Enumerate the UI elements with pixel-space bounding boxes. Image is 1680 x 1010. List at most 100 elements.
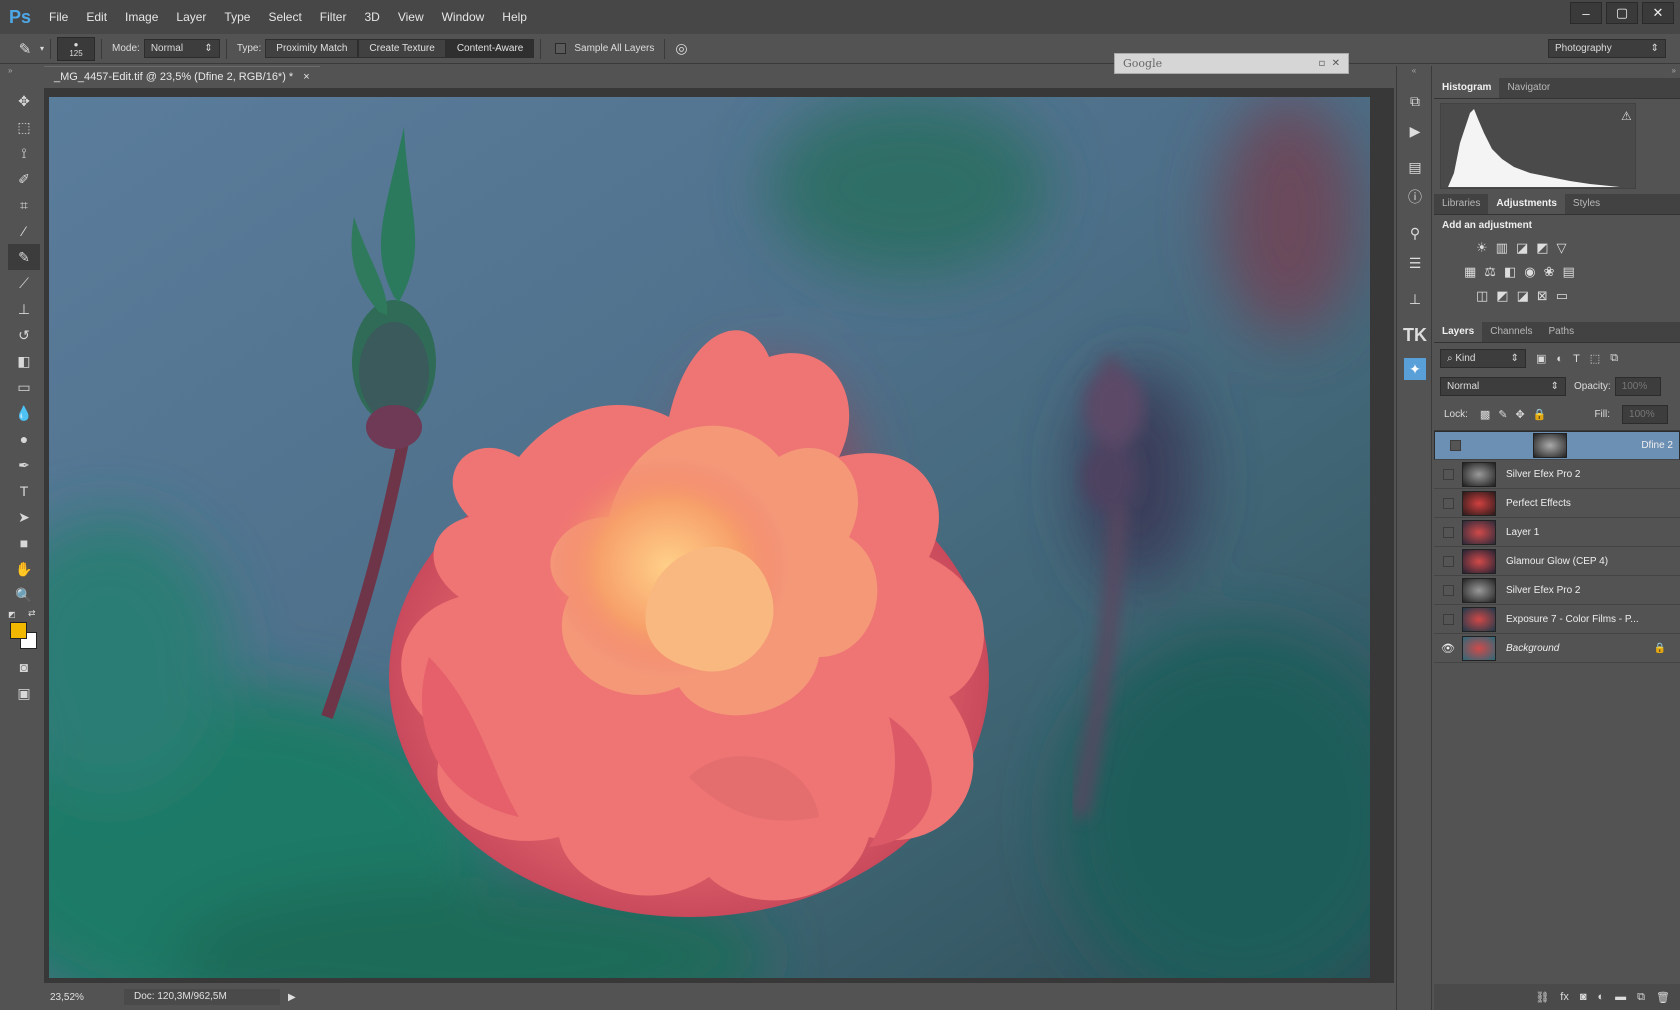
channel-mixer-icon[interactable]: ❀ [1544,264,1555,280]
tab-adjustments[interactable]: Adjustments [1488,194,1565,214]
menu-help[interactable]: Help [493,0,536,34]
menu-select[interactable]: Select [259,0,310,34]
brush-panel-icon[interactable]: ⚲ [1397,218,1433,248]
clone-stamp-tool-icon[interactable]: ⊥ [8,296,40,322]
layer-row[interactable]: Silver Efex Pro 2 [1434,460,1680,489]
restore-icon[interactable]: ▫ [1318,58,1325,69]
history-brush-tool-icon[interactable]: ↺ [8,322,40,348]
menu-layer[interactable]: Layer [167,0,215,34]
visibility-toggle[interactable] [1442,497,1454,509]
canvas-area[interactable] [44,88,1394,983]
tab-libraries[interactable]: Libraries [1434,194,1488,214]
status-menu-icon[interactable]: ▶ [288,992,296,1003]
visibility-toggle[interactable] [1442,468,1454,480]
color-lookup-icon[interactable]: ▤ [1563,264,1575,280]
visibility-toggle[interactable] [1442,526,1454,538]
pen-tool-icon[interactable]: ✒ [8,452,40,478]
filter-pixel-icon[interactable]: ▣ [1536,352,1546,365]
history-panel-icon[interactable]: ⧉ [1397,86,1433,116]
layer-row[interactable]: 👁 Background 🔒 [1434,634,1680,663]
foreground-color-swatch[interactable] [10,622,27,639]
healing-brush-tool-icon[interactable]: ✎ [8,244,40,270]
minimize-button[interactable]: – [1570,2,1602,24]
panels-collapse-icon[interactable]: » [1434,66,1680,78]
brush-tool-icon[interactable]: ⟋ [8,270,40,296]
zoom-level[interactable]: 23,52% [44,992,114,1003]
tab-channels[interactable]: Channels [1482,322,1540,342]
toolbox-collapse-icon[interactable]: » [8,66,40,78]
hand-tool-icon[interactable]: ✋ [8,556,40,582]
blur-tool-icon[interactable]: 💧 [8,400,40,426]
lock-all-icon[interactable]: 🔒 [1533,408,1547,421]
add-mask-icon[interactable]: ◙ [1580,991,1587,1003]
fill-input[interactable]: 100% [1622,405,1669,424]
delete-layer-icon[interactable]: 🗑 [1656,991,1670,1004]
actions-panel-icon[interactable]: ▶ [1397,116,1433,146]
gradient-map-icon[interactable]: ⊠ [1537,288,1548,304]
layer-row[interactable]: Dfine 2 [1434,431,1680,460]
layer-row[interactable]: Silver Efex Pro 2 [1434,576,1680,605]
visibility-toggle[interactable] [1449,440,1461,451]
lock-transparent-icon[interactable]: ▩ [1480,408,1490,421]
menu-3d[interactable]: 3D [355,0,388,34]
tk-panel-icon[interactable]: TK [1397,320,1433,350]
mode-select[interactable]: Normal ⇕ [143,39,220,58]
properties-panel-icon[interactable]: ▤ [1397,152,1433,182]
default-colors-icon[interactable]: ◩ [8,610,16,619]
sample-all-layers-checkbox[interactable] [555,43,567,54]
create-texture-button[interactable]: Create Texture [358,39,446,58]
move-tool-icon[interactable]: ✥ [8,88,40,114]
tab-navigator[interactable]: Navigator [1499,78,1558,98]
link-layers-icon[interactable]: ⛓ [1535,991,1549,1004]
visibility-toggle[interactable] [1442,613,1454,625]
exposure-icon[interactable]: ◩ [1536,240,1548,256]
color-balance-icon[interactable]: ⚖ [1484,264,1496,280]
black-white-icon[interactable]: ◧ [1504,264,1516,280]
opacity-input[interactable]: 100% [1614,377,1661,396]
eraser-tool-icon[interactable]: ◧ [8,348,40,374]
warning-icon[interactable]: ⚠ [1621,109,1632,123]
crop-tool-icon[interactable]: ⌗ [8,192,40,218]
layer-row[interactable]: Layer 1 [1434,518,1680,547]
rectangle-tool-icon[interactable]: ■ [8,530,40,556]
document-close-icon[interactable]: × [303,71,309,83]
layer-row[interactable]: Glamour Glow (CEP 4) [1434,547,1680,576]
layer-style-icon[interactable]: fx [1560,991,1569,1003]
vibrance-icon[interactable]: ▽ [1557,240,1567,256]
invert-icon[interactable]: ◫ [1476,288,1488,304]
tab-styles[interactable]: Styles [1565,194,1608,214]
filter-type-icon[interactable]: T [1573,353,1580,365]
swap-colors-icon[interactable]: ⇄ [28,608,36,619]
filter-adjustment-icon[interactable]: ◐ [1556,353,1563,365]
menu-filter[interactable]: Filter [311,0,356,34]
new-group-icon[interactable]: ▬ [1615,991,1626,1003]
close-icon[interactable]: ✕ [1332,58,1340,69]
google-window[interactable]: Google ▫ ✕ [1114,53,1349,74]
healing-brush-icon[interactable]: ✎ [10,40,40,58]
menu-edit[interactable]: Edit [77,0,116,34]
menu-view[interactable]: View [389,0,433,34]
workspace-select[interactable]: Photography ⇕ [1548,39,1666,58]
tool-preset-dropdown-icon[interactable]: ▾ [40,44,44,53]
lock-position-icon[interactable]: ✥ [1516,408,1525,421]
filter-shape-icon[interactable]: ⬚ [1590,352,1600,365]
plugin-panel-icon[interactable]: ✦ [1397,354,1433,384]
layer-row[interactable]: Exposure 7 - Color Films - P... [1434,605,1680,634]
maximize-button[interactable]: ▢ [1606,2,1638,24]
posterize-icon[interactable]: ◩ [1496,288,1508,304]
new-adjustment-icon[interactable]: ◐ [1598,991,1605,1003]
menu-file[interactable]: File [40,0,77,34]
info-panel-icon[interactable]: ⓘ [1397,182,1433,212]
brightness-icon[interactable]: ☀ [1476,240,1488,256]
lasso-tool-icon[interactable]: ⟟ [8,140,40,166]
path-selection-tool-icon[interactable]: ➤ [8,504,40,530]
menu-type[interactable]: Type [215,0,259,34]
tab-layers[interactable]: Layers [1434,322,1483,342]
menu-image[interactable]: Image [116,0,167,34]
brush-size-picker[interactable]: ● 125 [57,36,96,61]
type-tool-icon[interactable]: T [8,478,40,504]
tab-paths[interactable]: Paths [1541,322,1583,342]
eyedropper-tool-icon[interactable]: ⁄ [8,218,40,244]
dodge-tool-icon[interactable]: ● [8,426,40,452]
blend-mode-select[interactable]: Normal ⇕ [1440,377,1566,396]
